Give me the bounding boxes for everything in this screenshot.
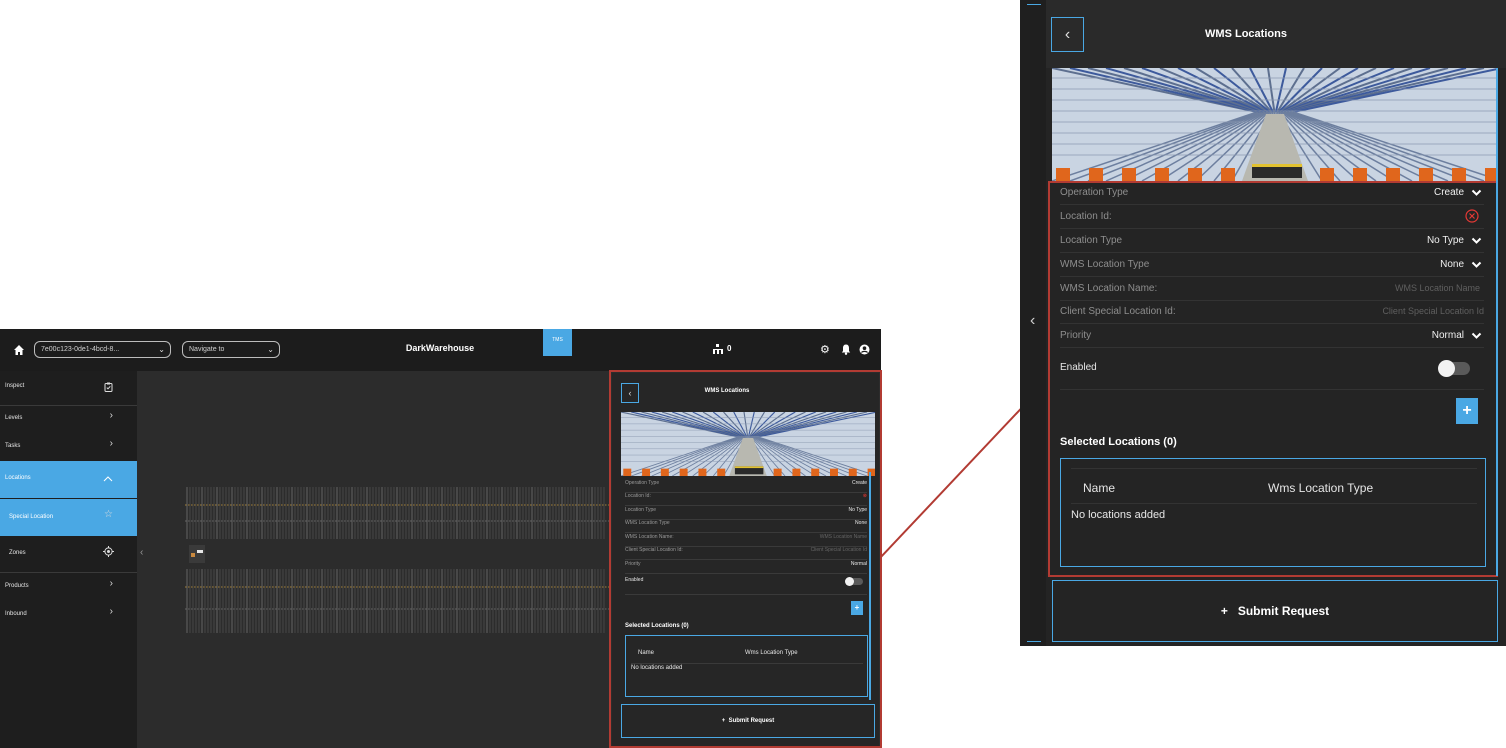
add-location-button[interactable]: + <box>1456 398 1478 424</box>
row-label: WMS Location Type <box>1060 259 1150 270</box>
selected-locations-table: Name Wms Location Type No locations adde… <box>1060 458 1486 567</box>
plus-icon: + <box>1220 604 1238 618</box>
navigate-placeholder: Navigate to <box>189 346 225 353</box>
sidebar: Inspect Levels › Tasks › Locations Speci… <box>0 371 137 748</box>
row-label: Location Id: <box>1060 211 1112 222</box>
star-icon: ☆ <box>104 509 113 520</box>
row-client-special-location-id[interactable]: Client Special Location Id: Client Speci… <box>1060 300 1484 324</box>
row-label: Operation Type <box>1060 187 1129 198</box>
bell-icon[interactable] <box>841 344 851 355</box>
collapse-strip[interactable]: ‹ <box>1020 0 1046 646</box>
target-icon <box>103 546 114 557</box>
divider <box>0 572 137 573</box>
chevron-left-icon[interactable]: ‹ <box>1030 312 1035 330</box>
location-type-value: No Type <box>1426 235 1464 246</box>
wms-location-type-value: None <box>1440 259 1464 270</box>
chevron-right-icon: › <box>109 606 113 617</box>
sidebar-item-label: Locations <box>5 475 31 481</box>
row-operation-type[interactable]: Operation Type Create <box>1060 181 1484 205</box>
brand-title: DarkWarehouse <box>405 343 475 353</box>
chevron-right-icon: › <box>109 438 113 449</box>
column-header-wms-location-type: Wms Location Type <box>1268 481 1374 495</box>
top-bar: 7e00c123-0de1-4bcd-8... ⌄ Navigate to ⌄ … <box>0 329 881 371</box>
navigate-select[interactable]: Navigate to ⌄ <box>182 341 280 358</box>
sidebar-item-label: Inspect <box>5 383 25 389</box>
sidebar-item-special-location[interactable]: Special Location ☆ <box>0 499 137 536</box>
client-special-location-id-input[interactable]: Client Special Location Id <box>1382 306 1484 316</box>
sidebar-item-label: Special Location <box>9 514 54 520</box>
robot-count: 0 <box>727 344 732 353</box>
account-icon[interactable] <box>859 344 870 355</box>
error-icon <box>1465 209 1479 223</box>
column-header-name: Name <box>1083 481 1116 495</box>
sidebar-item-inbound[interactable]: Inbound › <box>0 606 137 621</box>
enabled-toggle[interactable] <box>1438 360 1470 377</box>
chevron-down-icon[interactable] <box>1471 332 1482 340</box>
gear-icon[interactable]: ⚙ <box>820 343 830 356</box>
warehouse-select[interactable]: 7e00c123-0de1-4bcd-8... ⌄ <box>34 341 171 358</box>
row-label: Location Type <box>1060 235 1123 246</box>
warehouse-map[interactable]: ‹ <box>137 371 609 748</box>
sidebar-item-zones[interactable]: Zones <box>0 543 137 563</box>
sidebar-item-label: Zones <box>9 550 26 556</box>
collapse-sidebar-icon[interactable]: ‹ <box>140 547 143 558</box>
panel-title: WMS Locations <box>1205 28 1287 40</box>
row-priority[interactable]: Priority Normal <box>1060 324 1484 348</box>
sidebar-item-locations[interactable]: Locations <box>0 461 137 498</box>
panel-header: ‹ WMS Locations <box>1046 0 1506 68</box>
chevron-down-icon[interactable] <box>1471 261 1482 269</box>
sidebar-item-label: Inbound <box>5 611 27 617</box>
chevron-up-icon <box>103 476 113 482</box>
operation-type-value: Create <box>1433 187 1464 198</box>
sidebar-item-label: Tasks <box>5 443 21 449</box>
rack-layout <box>185 487 609 633</box>
sidebar-item-tasks[interactable]: Tasks › <box>0 438 137 453</box>
sidebar-item-products[interactable]: Products › <box>0 578 137 593</box>
tms-tab[interactable]: TMS <box>543 329 572 356</box>
row-wms-location-type[interactable]: WMS Location Type None <box>1060 253 1484 277</box>
row-location-id[interactable]: Location Id: <box>1060 205 1484 229</box>
sidebar-item-label: Levels <box>5 415 23 421</box>
row-label: WMS Location Name: <box>1060 283 1158 294</box>
chevron-right-icon: › <box>109 578 113 589</box>
wms-locations-panel: ‹ ‹ WMS Locations Operation Type Create … <box>1020 0 1506 646</box>
chevron-down-icon[interactable] <box>1471 189 1482 197</box>
wms-location-name-input[interactable]: WMS Location Name <box>1395 283 1480 293</box>
home-icon[interactable] <box>13 344 25 356</box>
clipboard-icon <box>104 382 113 392</box>
divider <box>0 405 137 406</box>
chevron-down-icon[interactable] <box>1471 237 1482 245</box>
empty-table-text: No locations added <box>1071 509 1166 521</box>
chevron-down-icon: ⌄ <box>158 345 165 354</box>
robot-icon <box>713 344 723 354</box>
row-wms-location-name[interactable]: WMS Location Name: WMS Location Name <box>1060 277 1484 301</box>
sidebar-item-label: Products <box>5 583 29 589</box>
sidebar-item-levels[interactable]: Levels › <box>0 410 137 425</box>
back-button[interactable]: ‹ <box>1051 17 1084 52</box>
zoom-highlight-frame <box>609 370 882 748</box>
submit-label: Submit Request <box>1237 604 1330 618</box>
submit-request-button[interactable]: + Submit Request <box>1052 580 1498 642</box>
sidebar-item-inspect[interactable]: Inspect <box>0 381 137 395</box>
warehouse-photo <box>1052 68 1498 181</box>
chevron-right-icon: › <box>109 410 113 421</box>
selected-locations-heading: Selected Locations (0) <box>1060 436 1177 448</box>
chevron-down-icon: ⌄ <box>267 345 274 354</box>
priority-value: Normal <box>1431 330 1464 341</box>
row-label: Enabled <box>1060 362 1097 373</box>
scrollbar[interactable] <box>1496 68 1498 576</box>
row-label: Client Special Location Id: <box>1060 306 1176 317</box>
row-label: Priority <box>1060 330 1092 341</box>
warehouse-select-value: 7e00c123-0de1-4bcd-8... <box>41 346 120 353</box>
row-enabled[interactable]: Enabled <box>1060 348 1484 390</box>
row-location-type[interactable]: Location Type No Type <box>1060 229 1484 253</box>
